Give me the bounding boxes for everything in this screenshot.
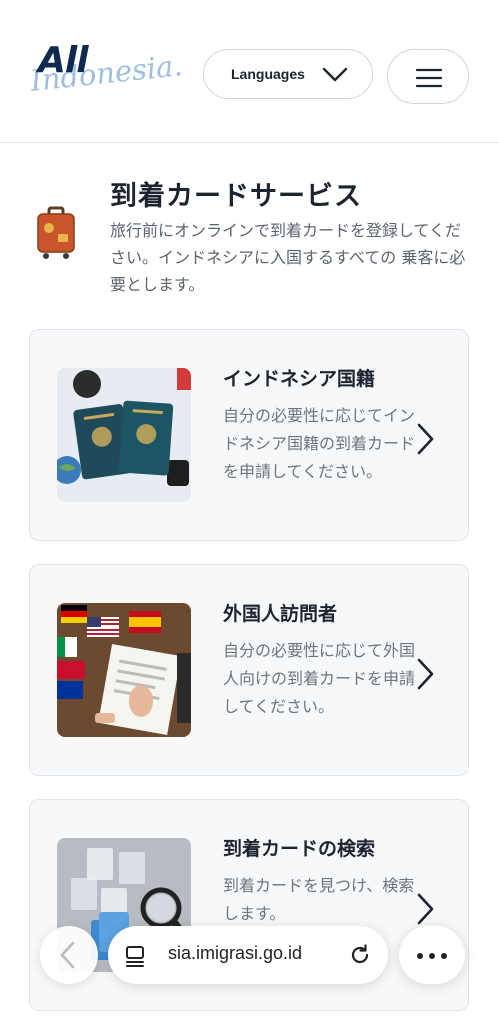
passports-image — [57, 368, 191, 502]
more-dots-icon — [417, 953, 447, 959]
card-description: 自分の必要性に応じてインドネシア国籍の到着カードを申請してください。 — [223, 406, 416, 481]
tab-layout-icon — [126, 946, 144, 967]
card-indonesian-citizen[interactable]: インドネシア国籍 自分の必要性に応じてインドネシア国籍の到着カードを申請してくだ… — [29, 329, 469, 541]
browser-url: sia.imigrasi.go.id — [168, 943, 303, 963]
logo-text: All — [38, 40, 89, 81]
card-description: 到着カードを見つけ、検索します。 — [223, 876, 415, 923]
chevron-right-icon — [417, 423, 434, 455]
browser-address-bar[interactable]: sia.imigrasi.go.id — [108, 926, 388, 984]
chevron-down-icon — [322, 67, 348, 82]
card-title: 外国人訪問者 — [223, 603, 338, 625]
site-header: Indonesia. All Languages — [0, 0, 499, 143]
card-description: 自分の必要性に応じて外国人向けの到着カードを申請してください。 — [223, 641, 416, 716]
chevron-right-icon — [417, 893, 434, 925]
page-title: 到着カードサービス — [110, 181, 362, 212]
browser-more-button[interactable] — [399, 926, 465, 984]
card-foreign-visitor[interactable]: 外国人訪問者 自分の必要性に応じて外国人向けの到着カードを申請してください。 — [29, 564, 469, 776]
page-description: 旅行前にオンラインで到着カードを登録してください。インドネシアに入国するすべての… — [110, 221, 466, 294]
suitcase-icon — [37, 206, 75, 259]
flags-form-image — [57, 603, 191, 737]
reload-icon[interactable] — [348, 943, 372, 967]
browser-back-button[interactable] — [40, 926, 98, 984]
card-title: インドネシア国籍 — [223, 368, 376, 390]
all-indonesia-logo[interactable]: Indonesia. All — [29, 40, 184, 104]
hamburger-menu-button[interactable] — [387, 49, 469, 104]
languages-dropdown[interactable]: Languages — [203, 49, 373, 99]
hamburger-icon — [416, 68, 442, 88]
chevron-left-icon — [60, 941, 75, 969]
card-title: 到着カードの検索 — [223, 838, 376, 860]
chevron-right-icon — [417, 658, 434, 690]
languages-label: Languages — [231, 66, 305, 82]
